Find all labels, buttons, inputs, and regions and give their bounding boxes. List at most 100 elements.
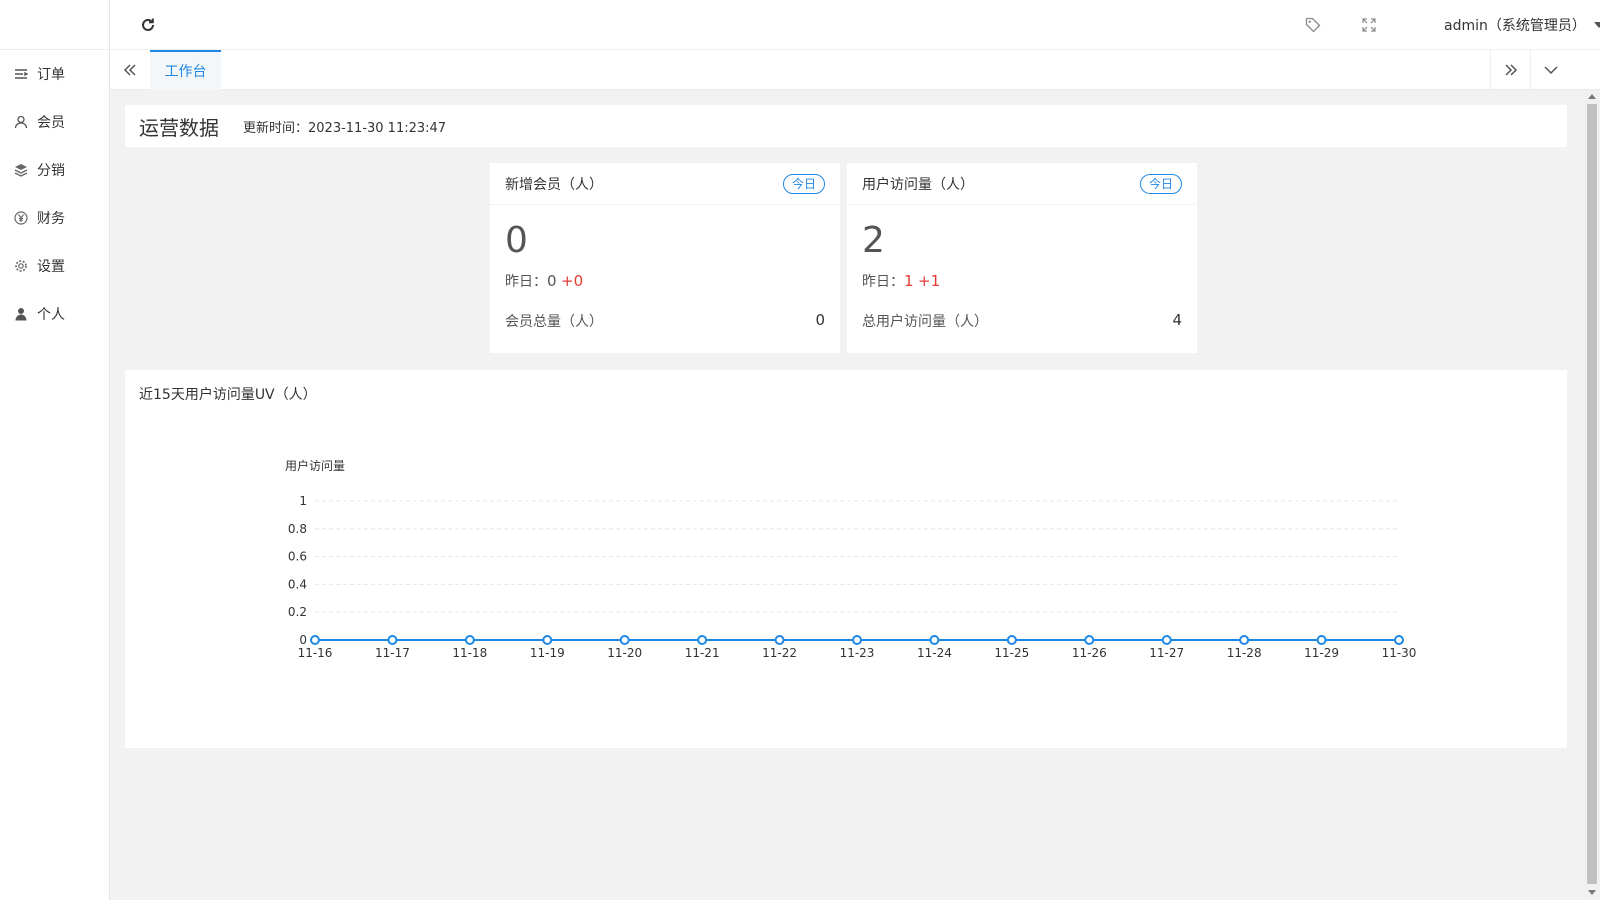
refresh-button[interactable] [138, 15, 158, 35]
data-point [387, 635, 398, 645]
x-tick-label: 11-20 [607, 646, 642, 660]
x-tick-label: 11-28 [1227, 646, 1262, 660]
card-title: 用户访问量（人） [862, 176, 974, 193]
sidebar-item-finance[interactable]: 财务 [0, 194, 109, 242]
tab-workbench[interactable]: 工作台 [150, 50, 221, 90]
data-point [697, 635, 708, 645]
sidebar-item-settings[interactable]: 设置 [0, 242, 109, 290]
list-icon [14, 67, 28, 81]
scroll-thumb[interactable] [1587, 104, 1597, 884]
today-badge: 今日 [782, 173, 825, 194]
page-title: 运营数据 [139, 115, 219, 140]
data-point [1161, 635, 1172, 645]
tabs-bar: 工作台 [110, 50, 1600, 90]
logo-area [0, 0, 109, 50]
x-tick-label: 11-23 [840, 646, 875, 660]
y-tick-label: 1 [299, 494, 307, 508]
total-value: 0 [815, 311, 825, 329]
data-point [542, 635, 553, 645]
total-label: 总用户访问量（人） [862, 314, 988, 330]
uv-line-chart: 用户访问量 0 0.2 0.4 0.6 0.8 1 11-16 11-17 11-18 11-19 1… [285, 458, 1417, 660]
tag-button[interactable] [1304, 16, 1322, 34]
card-footer: 会员总量（人） 0 [490, 291, 840, 331]
stat-card-user-visits: 用户访问量（人） 今日 2 昨日：1 +1 总用户访问量（人） 4 [847, 163, 1197, 353]
scroll-up-icon[interactable] [1588, 94, 1596, 99]
stat-card-new-members: 新增会员（人） 今日 0 昨日：0 +0 会员总量（人） 0 [490, 163, 840, 353]
main-content: 运营数据 更新时间：2023-11-30 11:23:47 新增会员（人） 今日… [110, 90, 1584, 900]
x-tick-label: 11-27 [1149, 646, 1184, 660]
update-time: 更新时间：2023-11-30 11:23:47 [243, 120, 447, 136]
tabs-menu-button[interactable] [1530, 50, 1570, 90]
double-chevron-right-icon [1504, 64, 1517, 76]
scroll-down-icon[interactable] [1588, 890, 1596, 895]
y-tick-label: 0.8 [288, 522, 307, 536]
data-point [774, 635, 785, 645]
top-header: admin（系统管理员） [110, 0, 1600, 50]
sidebar-item-members[interactable]: 会员 [0, 98, 109, 146]
yesterday-value: 1 [904, 272, 914, 290]
sidebar-item-label: 会员 [37, 115, 65, 131]
tabs-scroll-left-button[interactable] [110, 50, 150, 90]
x-tick-label: 11-18 [452, 646, 487, 660]
data-point [1006, 635, 1017, 645]
ops-header: 运营数据 更新时间：2023-11-30 11:23:47 [125, 105, 1567, 147]
total-value: 4 [1172, 311, 1182, 329]
x-tick-label: 11-25 [994, 646, 1029, 660]
card-header: 新增会员（人） 今日 [490, 163, 840, 205]
chevron-down-icon [1543, 66, 1558, 75]
tabs-scroll-right-button[interactable] [1490, 50, 1530, 90]
sidebar: 订单 会员 分销 财务 设置 个人 [0, 0, 110, 900]
refresh-icon [142, 18, 154, 31]
sidebar-item-orders[interactable]: 订单 [0, 50, 109, 98]
yesterday-value: 0 [547, 272, 557, 290]
data-point [852, 635, 862, 645]
today-badge: 今日 [1139, 173, 1182, 194]
x-tick-label: 11-16 [298, 646, 333, 660]
fullscreen-button[interactable] [1360, 16, 1378, 34]
y-axis-label: 用户访问量 [285, 458, 345, 473]
sidebar-item-personal[interactable]: 个人 [0, 290, 109, 338]
user-icon [14, 115, 28, 129]
data-point [929, 635, 940, 645]
data-point [310, 635, 320, 645]
yen-icon [14, 211, 28, 225]
sidebar-item-label: 个人 [37, 307, 65, 323]
page-scrollbar[interactable] [1584, 90, 1600, 900]
sidebar-item-distribution[interactable]: 分销 [0, 146, 109, 194]
x-tick-label: 11-17 [375, 646, 410, 660]
sidebar-item-label: 分销 [37, 163, 65, 179]
sidebar-item-label: 设置 [37, 259, 65, 275]
sidebar-item-label: 订单 [37, 67, 65, 83]
fullscreen-icon [1362, 18, 1376, 32]
data-point [464, 635, 475, 645]
total-label: 会员总量（人） [505, 314, 603, 330]
card-value: 0 [505, 220, 528, 261]
gear-icon [14, 259, 28, 273]
card-header: 用户访问量（人） 今日 [847, 163, 1197, 205]
x-tick-label: 11-30 [1382, 646, 1417, 660]
person-icon [14, 307, 28, 321]
caret-down-icon [1593, 22, 1600, 28]
user-menu[interactable]: admin（系统管理员） [1444, 15, 1600, 35]
yesterday-label: 昨日： [505, 274, 547, 290]
card-value: 2 [862, 220, 885, 261]
card-yesterday: 昨日：1 +1 [847, 261, 1197, 291]
x-tick-label: 11-29 [1304, 646, 1339, 660]
y-tick-label: 0 [299, 633, 307, 647]
card-footer: 总用户访问量（人） 4 [847, 291, 1197, 331]
data-point [1394, 635, 1404, 645]
x-tick-label: 11-19 [530, 646, 565, 660]
double-chevron-left-icon [123, 64, 136, 76]
yesterday-label: 昨日： [862, 274, 904, 290]
data-point [619, 635, 630, 645]
x-tick-label: 11-21 [685, 646, 720, 660]
user-name: admin（系统管理员） [1444, 18, 1586, 34]
card-title: 新增会员（人） [505, 176, 603, 193]
layers-icon [14, 163, 28, 177]
delta-value: +0 [561, 272, 584, 290]
data-point [1239, 635, 1250, 645]
x-tick-label: 11-26 [1072, 646, 1107, 660]
x-tick-label: 11-24 [917, 646, 952, 660]
data-point [1316, 635, 1327, 645]
tag-icon [1305, 17, 1321, 33]
